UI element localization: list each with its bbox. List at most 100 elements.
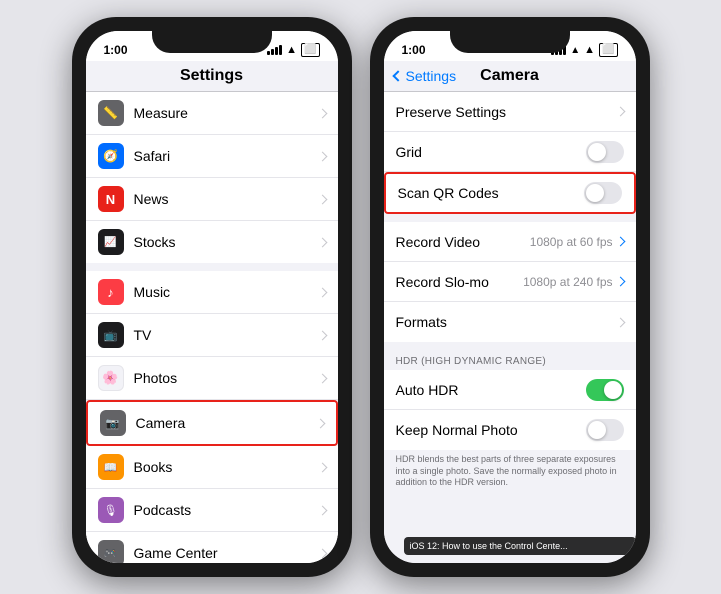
row-podcasts[interactable]: 🎙 Podcasts: [86, 489, 338, 532]
back-chevron: [392, 70, 403, 81]
camera-section-2: Record Video 1080p at 60 fps Record Slo-…: [384, 222, 636, 342]
chevron-safari: [317, 151, 327, 161]
chevron-stocks: [317, 237, 327, 247]
safari-label: Safari: [134, 148, 319, 164]
row-keep-normal[interactable]: Keep Normal Photo: [384, 410, 636, 450]
chevron-gamecenter: [317, 548, 327, 558]
grid-toggle[interactable]: [586, 141, 624, 163]
keep-normal-label: Keep Normal Photo: [396, 422, 586, 438]
camera-nav-title: Camera: [480, 67, 539, 85]
back-button[interactable]: Settings: [394, 68, 457, 84]
signal-icon: [267, 45, 282, 55]
row-gamecenter[interactable]: 🎮 Game Center: [86, 532, 338, 563]
hdr-description: HDR blends the best parts of three separ…: [384, 450, 636, 495]
music-icon: ♪: [98, 279, 124, 305]
row-safari[interactable]: 🧭 Safari: [86, 135, 338, 178]
chevron-books: [317, 462, 327, 472]
camera-section-3: HDR (HIGH DYNAMIC RANGE) Auto HDR Keep N…: [384, 350, 636, 450]
chevron-news: [317, 194, 327, 204]
news-label: News: [134, 191, 319, 207]
row-record-video[interactable]: Record Video 1080p at 60 fps: [384, 222, 636, 262]
chevron-camera: [315, 418, 325, 428]
notch-2: [450, 31, 570, 53]
nav-bar-camera: Settings Camera: [384, 61, 636, 92]
chevron-record-slo-mo: [615, 277, 625, 287]
chevron-record-video: [615, 237, 625, 247]
camera-icon: 📷: [100, 410, 126, 436]
keep-normal-toggle[interactable]: [586, 419, 624, 441]
row-tv[interactable]: 📺 TV: [86, 314, 338, 357]
camera-settings-list: Preserve Settings Grid Scan QR Codes: [384, 92, 636, 563]
settings-list: 📏 Measure 🧭 Safari N News: [86, 92, 338, 563]
settings-screen: 1:00 ▲ ⬜ Settings 📏: [86, 31, 338, 563]
chevron-music: [317, 287, 327, 297]
phone-settings: 1:00 ▲ ⬜ Settings 📏: [72, 17, 352, 577]
row-grid[interactable]: Grid: [384, 132, 636, 172]
row-camera[interactable]: 📷 Camera: [86, 400, 338, 446]
row-auto-hdr[interactable]: Auto HDR: [384, 370, 636, 410]
podcasts-icon: 🎙: [98, 497, 124, 523]
chevron-preserve: [615, 107, 625, 117]
scan-qr-label: Scan QR Codes: [398, 185, 584, 201]
time-2: 1:00: [402, 43, 426, 57]
battery-icon: ⬜: [301, 43, 319, 57]
time-1: 1:00: [104, 43, 128, 57]
row-stocks[interactable]: 📈 Stocks: [86, 221, 338, 263]
keep-normal-toggle-knob: [588, 421, 606, 439]
podcasts-label: Podcasts: [134, 502, 319, 518]
row-photos[interactable]: 🌸 Photos: [86, 357, 338, 400]
camera-label: Camera: [136, 415, 317, 431]
safari-icon: 🧭: [98, 143, 124, 169]
back-label: Settings: [406, 68, 457, 84]
gamecenter-icon: 🎮: [98, 540, 124, 563]
scan-qr-toggle[interactable]: [584, 182, 622, 204]
record-video-label: Record Video: [396, 234, 530, 250]
grid-toggle-knob: [588, 143, 606, 161]
battery-icon-2: ⬜: [599, 43, 617, 57]
auto-hdr-label: Auto HDR: [396, 382, 586, 398]
nav-bar-settings: Settings: [86, 61, 338, 92]
row-record-slo-mo[interactable]: Record Slo-mo 1080p at 240 fps: [384, 262, 636, 302]
phone-camera: 1:00 ▲ ▲ ⬜ Settings Camera: [370, 17, 650, 577]
record-slo-mo-label: Record Slo-mo: [396, 274, 524, 290]
wifi-icon: ▲: [286, 44, 297, 56]
row-scan-qr[interactable]: Scan QR Codes: [384, 172, 636, 214]
notch: [152, 31, 272, 53]
chevron-formats: [615, 317, 625, 327]
stocks-icon: 📈: [98, 229, 124, 255]
row-measure[interactable]: 📏 Measure: [86, 92, 338, 135]
wifi-icon-2: ▲: [584, 44, 595, 56]
section-1: 📏 Measure 🧭 Safari N News: [86, 92, 338, 263]
measure-icon: 📏: [98, 100, 124, 126]
row-formats[interactable]: Formats: [384, 302, 636, 342]
chevron-tv: [317, 330, 327, 340]
books-label: Books: [134, 459, 319, 475]
row-news[interactable]: N News: [86, 178, 338, 221]
gamecenter-label: Game Center: [134, 545, 319, 561]
record-video-value: 1080p at 60 fps: [530, 235, 613, 249]
chevron-podcasts: [317, 505, 327, 515]
record-slo-mo-value: 1080p at 240 fps: [523, 275, 612, 289]
tooltip-bar[interactable]: iOS 12: How to use the Control Cente...: [404, 537, 636, 555]
status-icons-1: ▲ ⬜: [267, 43, 319, 57]
tv-icon: 📺: [98, 322, 124, 348]
settings-title: Settings: [180, 67, 243, 85]
row-preserve[interactable]: Preserve Settings: [384, 92, 636, 132]
chevron-measure: [317, 108, 327, 118]
formats-label: Formats: [396, 314, 617, 330]
row-books[interactable]: 📖 Books: [86, 446, 338, 489]
auto-hdr-toggle[interactable]: [586, 379, 624, 401]
camera-screen: 1:00 ▲ ▲ ⬜ Settings Camera: [384, 31, 636, 563]
stocks-label: Stocks: [134, 234, 319, 250]
chevron-photos: [317, 373, 327, 383]
measure-label: Measure: [134, 105, 319, 121]
section-2: ♪ Music 📺 TV 🌸 Photos: [86, 271, 338, 563]
grid-label: Grid: [396, 144, 586, 160]
scan-qr-toggle-knob: [586, 184, 604, 202]
location-icon: ▲: [570, 45, 580, 56]
tv-label: TV: [134, 327, 319, 343]
row-music[interactable]: ♪ Music: [86, 271, 338, 314]
photos-label: Photos: [134, 370, 319, 386]
hdr-section-label: HDR (HIGH DYNAMIC RANGE): [384, 350, 636, 370]
books-icon: 📖: [98, 454, 124, 480]
